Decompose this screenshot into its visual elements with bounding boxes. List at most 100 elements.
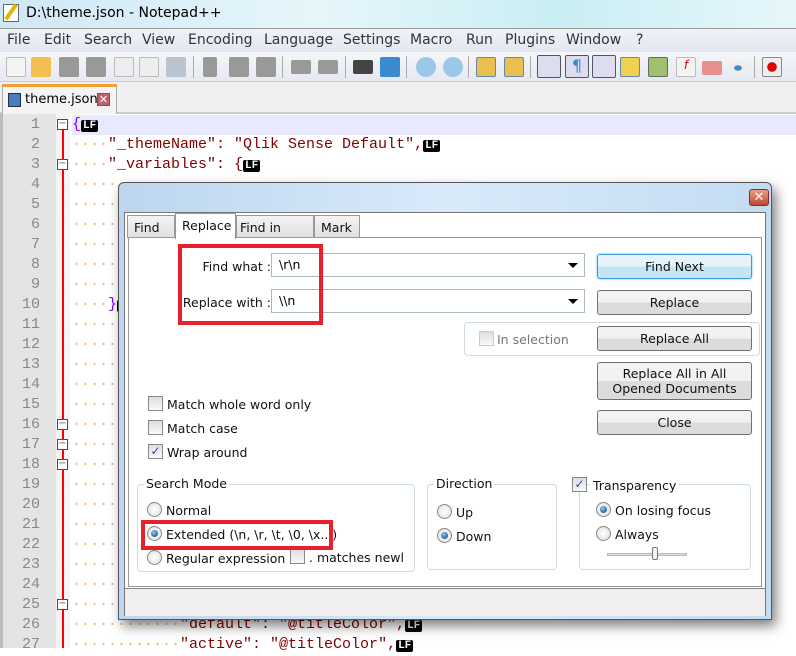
menu-macro[interactable]: Macro xyxy=(410,32,452,48)
indent-guide-icon[interactable] xyxy=(592,55,616,78)
menu-edit[interactable]: Edit xyxy=(44,32,71,48)
always-label: Always xyxy=(615,527,659,542)
line-number: 25 xyxy=(21,596,40,613)
dialog-close-button[interactable]: ✕ xyxy=(749,189,769,206)
close-button[interactable]: Close xyxy=(597,410,752,435)
line-number: 11 xyxy=(21,316,40,333)
print-icon[interactable] xyxy=(166,57,186,77)
fold-toggle-icon[interactable]: − xyxy=(57,459,68,470)
new-file-icon[interactable] xyxy=(6,57,26,77)
zoom-out-icon[interactable] xyxy=(443,57,463,77)
replace-all-button[interactable]: Replace All xyxy=(597,326,752,351)
close-all-icon[interactable] xyxy=(139,57,159,77)
on-losing-focus-label: On losing focus xyxy=(615,503,712,518)
menu-window[interactable]: Window xyxy=(566,32,621,48)
open-file-icon[interactable] xyxy=(31,57,51,77)
sync-horizontal-icon[interactable] xyxy=(504,57,524,77)
menu-view[interactable]: View xyxy=(142,32,175,48)
dialog-body: Find Replace Find in Files Mark Find wha… xyxy=(124,212,766,616)
replace-button[interactable]: Replace xyxy=(597,290,752,315)
always-radio[interactable] xyxy=(596,526,611,541)
show-all-chars-icon[interactable]: ¶ xyxy=(565,55,589,78)
close-icon[interactable] xyxy=(114,57,134,77)
fold-toggle-icon[interactable]: − xyxy=(57,599,68,610)
up-radio[interactable] xyxy=(437,504,452,519)
in-selection-checkbox[interactable] xyxy=(479,331,494,346)
toolbar: ¶ f xyxy=(0,52,796,82)
menu-settings[interactable]: Settings xyxy=(343,32,400,48)
code-text: { xyxy=(72,116,82,133)
menu-encoding[interactable]: Encoding xyxy=(188,32,253,48)
user-language-icon[interactable] xyxy=(620,57,640,77)
file-tab[interactable]: theme.json ✕ xyxy=(2,84,117,114)
fold-toggle-icon[interactable]: − xyxy=(57,419,68,430)
undo-icon[interactable] xyxy=(291,60,311,74)
transparency-checkbox[interactable]: ✓ xyxy=(572,477,587,492)
code-line: {LF xyxy=(72,115,99,135)
wrap-around-checkbox[interactable]: ✓ xyxy=(148,444,163,459)
highlight-box-extended xyxy=(141,520,333,550)
zoom-in-icon[interactable] xyxy=(416,57,436,77)
on-losing-focus-radio[interactable] xyxy=(596,502,611,517)
file-tab-label: theme.json xyxy=(25,92,98,107)
line-number: 6 xyxy=(30,216,40,233)
monitoring-icon[interactable] xyxy=(728,61,748,75)
transparency-slider-track[interactable] xyxy=(607,553,687,556)
folder-workspace-icon[interactable] xyxy=(702,61,722,75)
function-list-icon[interactable]: f xyxy=(676,57,696,77)
menu-language[interactable]: Language xyxy=(264,32,333,48)
regex-radio[interactable] xyxy=(147,550,162,565)
replace-icon[interactable] xyxy=(380,57,400,77)
match-case-checkbox[interactable] xyxy=(148,420,163,435)
tab-mark[interactable]: Mark xyxy=(314,215,360,238)
save-icon[interactable] xyxy=(59,57,79,77)
dialog-status-strip xyxy=(125,588,765,616)
menu-search[interactable]: Search xyxy=(84,32,132,48)
cut-icon[interactable] xyxy=(203,57,217,77)
line-number: 17 xyxy=(21,436,40,453)
replace-all-opened-button[interactable]: Replace All in All Opened Documents xyxy=(597,362,752,400)
paste-icon[interactable] xyxy=(256,57,276,77)
tab-bar: theme.json ✕ xyxy=(0,82,796,114)
record-macro-icon[interactable] xyxy=(762,57,782,77)
menu-help[interactable]: ? xyxy=(636,32,643,48)
normal-radio[interactable] xyxy=(147,502,162,517)
dot-matches-newline-checkbox[interactable] xyxy=(290,549,305,564)
copy-icon[interactable] xyxy=(229,57,249,77)
document-map-icon[interactable] xyxy=(648,57,668,77)
match-whole-word-checkbox[interactable] xyxy=(148,396,163,411)
close-tab-icon[interactable]: ✕ xyxy=(97,93,110,106)
down-radio[interactable] xyxy=(437,528,452,543)
tab-replace[interactable]: Replace xyxy=(175,213,236,239)
line-number: 18 xyxy=(21,456,40,473)
line-number: 4 xyxy=(30,176,40,193)
menu-run[interactable]: Run xyxy=(466,32,493,48)
whitespace-dots: ···· xyxy=(72,296,109,313)
dot-matches-newline-label: . matches newlin xyxy=(309,550,405,565)
fold-toggle-icon[interactable]: − xyxy=(57,159,68,170)
dropdown-arrow-icon[interactable] xyxy=(568,263,578,268)
fold-line xyxy=(62,126,64,648)
sync-vertical-icon[interactable] xyxy=(476,57,496,77)
menu-plugins[interactable]: Plugins xyxy=(505,32,555,48)
whitespace-dots: ···· xyxy=(72,136,109,153)
line-number: 7 xyxy=(30,236,40,253)
eol-marker: LF xyxy=(423,140,441,152)
eol-marker: LF xyxy=(405,620,423,632)
save-all-icon[interactable] xyxy=(86,57,106,77)
dropdown-arrow-icon[interactable] xyxy=(568,299,578,304)
code-text: "_themeName": "Qlik Sense Default", xyxy=(108,136,424,153)
notepad-app-icon xyxy=(3,4,19,22)
fold-toggle-icon[interactable]: − xyxy=(57,439,68,450)
tab-find[interactable]: Find xyxy=(127,215,175,238)
line-number: 23 xyxy=(21,556,40,573)
tab-find-in-files[interactable]: Find in Files xyxy=(236,215,314,250)
menu-file[interactable]: File xyxy=(7,32,30,48)
redo-icon[interactable] xyxy=(318,60,338,74)
find-next-button[interactable]: Find Next xyxy=(597,254,752,279)
word-wrap-icon[interactable] xyxy=(537,55,561,78)
find-icon[interactable] xyxy=(353,60,373,74)
transparency-slider-thumb[interactable] xyxy=(652,547,658,560)
line-number: 3 xyxy=(30,156,40,173)
fold-toggle-icon[interactable]: − xyxy=(57,119,68,130)
